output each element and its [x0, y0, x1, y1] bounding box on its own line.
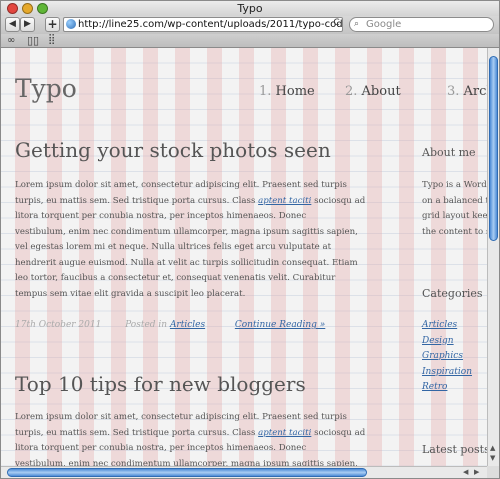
text-line: vestibulum, enim nec condimentum ullamco…	[15, 226, 358, 237]
text-line: grid layout keep	[422, 211, 487, 221]
post-excerpt: Lorem ipsum dolor sit amet, consectetur …	[15, 410, 387, 466]
text-line: Lorem ipsum dolor sit amet, consectetur …	[15, 412, 347, 422]
minimize-button[interactable]	[22, 3, 33, 14]
resize-corner[interactable]	[487, 466, 499, 478]
search-placeholder: Google	[366, 19, 402, 30]
back-button[interactable]: ◀	[5, 17, 20, 32]
text-line: the content to sh	[422, 226, 487, 237]
nav-label: Home	[275, 84, 315, 99]
sidebar-about-title: About me	[422, 146, 476, 159]
url-field[interactable]: http://line25.com/wp-content/uploads/201…	[63, 17, 343, 32]
reload-button[interactable]: C	[331, 17, 342, 32]
page-viewport: Typo 1. Home 2. About 3. Archi Getting y…	[1, 48, 487, 466]
forward-button[interactable]: ▶	[20, 17, 35, 32]
scroll-left-icon[interactable]: ◀	[463, 468, 468, 476]
text-line: on a balanced ty	[422, 195, 487, 206]
text-line: turpis, eu mattis sem. Sed tristique por…	[15, 194, 387, 210]
add-bookmark-button[interactable]: +	[45, 17, 60, 32]
globe-icon	[66, 19, 76, 29]
scroll-up-icon[interactable]: ▲	[490, 444, 495, 452]
text-line: leo tortor, faucibus a consectetur et, c…	[15, 273, 336, 283]
url-text: http://line25.com/wp-content/uploads/201…	[78, 19, 343, 30]
search-field[interactable]: ⌕ Google	[349, 17, 494, 32]
inline-link[interactable]: aptent taciti	[258, 428, 311, 438]
text-line: vestibulum, enim nec condimentum ullamco…	[15, 458, 358, 467]
reader-icon[interactable]: ∞	[7, 35, 15, 46]
vertical-scroll-thumb[interactable]	[489, 56, 498, 241]
nav-label: About	[361, 84, 401, 99]
scroll-right-icon[interactable]: ▶	[474, 468, 479, 476]
nav-number: 2.	[345, 84, 358, 99]
text-line: vel egestas lorem mi et neque. Nulla ult…	[15, 242, 332, 252]
post-meta: 17th October 2011 Posted in Articles Con…	[15, 320, 325, 330]
continue-reading-link[interactable]: Continue Reading »	[235, 320, 325, 330]
zoom-button[interactable]	[37, 3, 48, 14]
post-category-link[interactable]: Articles	[170, 320, 205, 330]
text-line: Lorem ipsum dolor sit amet, consectetur …	[15, 180, 347, 190]
nav-home[interactable]: 1. Home	[259, 84, 315, 99]
text-line: litora torquent per conubia nostra, per …	[15, 443, 307, 453]
nav-number: 1.	[259, 84, 272, 99]
post-excerpt: Lorem ipsum dolor sit amet, consectetur …	[15, 178, 387, 302]
text-line: turpis, eu mattis sem. Sed tristique por…	[15, 426, 387, 442]
post-title[interactable]: Getting your stock photos seen	[15, 138, 331, 162]
text-line: hendrerit augue euismod. Nulla at velit …	[15, 257, 358, 268]
nav-about[interactable]: 2. About	[345, 84, 401, 99]
grid-column	[431, 48, 446, 466]
text-fragment: sociosqu ad	[314, 427, 366, 438]
category-link[interactable]: Articles	[422, 318, 472, 334]
category-list: Articles Design Graphics Inspiration Ret…	[422, 318, 472, 396]
text-fragment: sociosqu ad	[314, 195, 366, 206]
browser-window: Typo ◀ ▶ + http://line25.com/wp-content/…	[0, 0, 500, 479]
category-link[interactable]: Retro	[422, 380, 472, 396]
window-title: Typo	[237, 2, 263, 15]
book-icon[interactable]: ▯▯	[27, 34, 39, 47]
toolbar: ◀ ▶ + http://line25.com/wp-content/uploa…	[1, 16, 499, 34]
close-button[interactable]	[7, 3, 18, 14]
search-icon: ⌕	[354, 19, 360, 29]
grid-column	[463, 48, 478, 466]
category-link[interactable]: Design	[422, 334, 472, 350]
text-line: litora torquent per conubia nostra, per …	[15, 211, 307, 221]
scroll-down-icon[interactable]: ▼	[490, 454, 495, 462]
category-link[interactable]: Graphics	[422, 349, 472, 365]
post-title[interactable]: Top 10 tips for new bloggers	[15, 372, 306, 396]
sidebar-latest-title: Latest posts	[422, 443, 487, 456]
grid-icon[interactable]: ⣿	[48, 34, 55, 45]
horizontal-scrollbar[interactable]: ◀ ▶	[1, 466, 487, 478]
text-line: Typo is a WordP	[422, 180, 487, 190]
sidebar-about-text: Typo is a WordP on a balanced ty grid la…	[422, 178, 487, 240]
sidebar-categories-title: Categories	[422, 287, 483, 300]
post-date: 17th October 2011	[15, 320, 102, 330]
inline-link[interactable]: aptent taciti	[258, 196, 311, 206]
category-link[interactable]: Inspiration	[422, 365, 472, 381]
text-fragment: turpis, eu mattis sem. Sed tristique por…	[15, 195, 256, 206]
posted-in-label: Posted in	[125, 320, 168, 330]
site-logo[interactable]: Typo	[15, 74, 77, 103]
vertical-scrollbar[interactable]: ▲ ▼	[487, 48, 499, 466]
horizontal-scroll-thumb[interactable]	[7, 468, 367, 477]
grid-column	[399, 48, 414, 466]
title-bar: Typo	[1, 1, 499, 16]
text-fragment: turpis, eu mattis sem. Sed tristique por…	[15, 427, 256, 438]
nav-number: 3.	[447, 84, 460, 99]
nav-archive[interactable]: 3. Archi	[447, 84, 487, 99]
nav-label: Archi	[463, 84, 487, 99]
bookmarks-bar: ∞ ▯▯ ⣿	[1, 34, 499, 48]
text-line: tempus sem vitae elit gravida a suscipit…	[15, 288, 246, 299]
